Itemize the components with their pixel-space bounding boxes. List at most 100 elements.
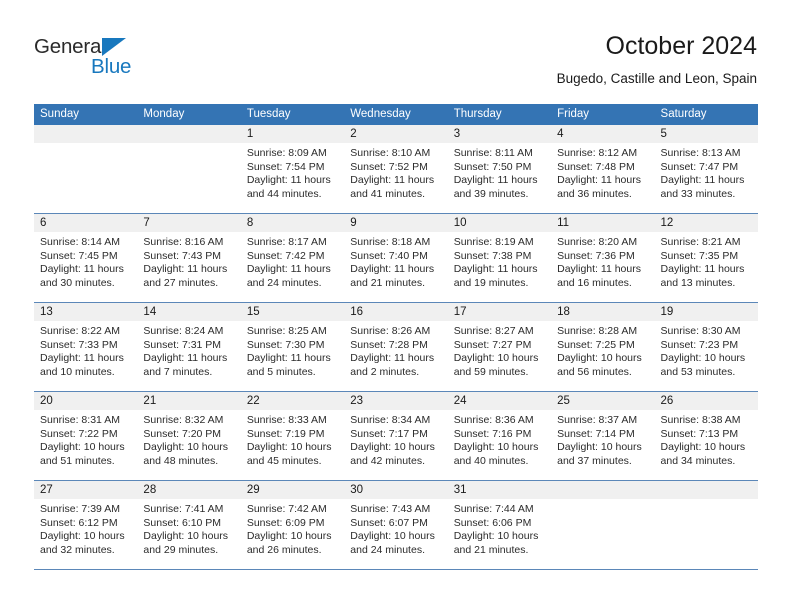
daylight-text-line2: and 42 minutes.	[350, 454, 425, 467]
day-cell[interactable]: 23 Sunrise: 8:34 AM Sunset: 7:17 PM Dayligh…	[344, 392, 448, 480]
day-number: 5	[660, 128, 667, 140]
daylight-text-line1: Daylight: 11 hours	[453, 263, 538, 276]
day-cell[interactable]: 16 Sunrise: 8:26 AM Sunset: 7:28 PM Dayligh…	[344, 303, 448, 391]
day-number-band: 21	[137, 392, 241, 410]
day-cell[interactable]: 3 Sunrise: 8:11 AM Sunset: 7:50 PM Daylight…	[447, 125, 552, 213]
weekday-header-saturday: Saturday	[660, 108, 707, 120]
day-cell[interactable]: 26 Sunrise: 8:38 AM Sunset: 7:13 PM Dayligh…	[654, 392, 758, 480]
day-number-band: 29	[240, 481, 345, 499]
sunset-text: Sunset: 7:38 PM	[453, 249, 532, 262]
calendar-table: Sunday Monday Tuesday Wednesday Thursday Frid…	[34, 104, 758, 570]
day-cell[interactable]: 14 Sunrise: 8:24 AM Sunset: 7:31 PM Dayligh…	[137, 303, 241, 391]
daylight-text-line2: and 48 minutes.	[143, 454, 219, 467]
day-cell[interactable]: 9 Sunrise: 8:18 AM Sunset: 7:40 PM Daylight…	[344, 214, 448, 302]
day-number: 3	[453, 128, 461, 140]
day-number: 10	[453, 217, 467, 229]
page-header: General Blue October 2024 Bugedo, Castil…	[0, 0, 792, 96]
day-cell[interactable]: 7 Sunrise: 8:16 AM Sunset: 7:43 PM Daylight…	[137, 214, 241, 302]
daylight-text-line2: and 41 minutes.	[350, 187, 425, 200]
day-cell[interactable]: 13 Sunrise: 8:22 AM Sunset: 7:33 PM Dayligh…	[34, 303, 138, 391]
sunset-text: Sunset: 7:22 PM	[40, 427, 118, 440]
day-number-band: 3	[447, 125, 552, 143]
day-cell[interactable]: 12 Sunrise: 8:21 AM Sunset: 7:35 PM Dayligh…	[654, 214, 758, 302]
sunrise-text: Sunrise: 8:33 AM	[246, 414, 327, 426]
day-cell[interactable]: 21 Sunrise: 8:32 AM Sunset: 7:20 PM Dayligh…	[137, 392, 241, 480]
daylight-text-line2: and 32 minutes.	[40, 543, 115, 556]
day-cell[interactable]: 11 Sunrise: 8:20 AM Sunset: 7:36 PM Dayligh…	[551, 214, 655, 302]
day-detail-body: Sunrise: 8:20 AM Sunset: 7:36 PM Daylight:…	[551, 232, 654, 290]
sunrise-text: Sunrise: 8:12 AM	[557, 147, 638, 159]
sunrise-text: Sunrise: 8:13 AM	[660, 147, 741, 159]
sunset-text: Sunset: 6:07 PM	[350, 516, 428, 529]
day-detail-body: Sunrise: 8:26 AM Sunset: 7:28 PM Daylight:…	[344, 321, 447, 379]
weekday-header-sunday: Sunday	[40, 108, 80, 120]
sunrise-text: Sunrise: 8:38 AM	[660, 414, 741, 426]
daylight-text-line1: Daylight: 10 hours	[246, 441, 332, 454]
day-cell[interactable]: 24 Sunrise: 8:36 AM Sunset: 7:16 PM Dayligh…	[447, 392, 552, 480]
day-cell[interactable]: 8 Sunrise: 8:17 AM Sunset: 7:42 PM Daylight…	[240, 214, 345, 302]
day-detail-body: Sunrise: 8:32 AM Sunset: 7:20 PM Daylight:…	[137, 410, 240, 468]
day-detail-body: Sunrise: 8:18 AM Sunset: 7:40 PM Daylight:…	[344, 232, 447, 290]
day-detail-body: Sunrise: 8:22 AM Sunset: 7:33 PM Daylight:…	[34, 321, 137, 379]
day-cell[interactable]: 20 Sunrise: 8:31 AM Sunset: 7:22 PM Dayligh…	[34, 392, 138, 480]
day-detail-body: Sunrise: 8:25 AM Sunset: 7:30 PM Daylight:…	[241, 321, 344, 379]
daylight-text-line2: and 26 minutes.	[246, 543, 322, 556]
day-number-band: 4	[551, 125, 655, 143]
day-number: 22	[246, 395, 260, 407]
daylight-text-line1: Daylight: 11 hours	[246, 352, 331, 365]
day-detail-body: Sunrise: 8:10 AM Sunset: 7:52 PM Daylight:…	[344, 143, 447, 201]
day-cell-empty	[654, 481, 758, 569]
day-number: 17	[453, 306, 467, 318]
day-cell[interactable]: 25 Sunrise: 8:37 AM Sunset: 7:14 PM Dayligh…	[551, 392, 655, 480]
generalblue-logo[interactable]: General Blue	[34, 36, 174, 84]
sunset-text: Sunset: 6:12 PM	[40, 516, 118, 529]
day-cell[interactable]: 5 Sunrise: 8:13 AM Sunset: 7:47 PM Daylight…	[654, 125, 758, 213]
daylight-text-line2: and 24 minutes.	[350, 543, 425, 556]
day-number: 19	[660, 306, 674, 318]
day-cell[interactable]: 31 Sunrise: 7:44 AM Sunset: 6:06 PM Dayligh…	[447, 481, 552, 569]
day-detail-body: Sunrise: 8:28 AM Sunset: 7:25 PM Daylight:…	[551, 321, 654, 379]
day-cell[interactable]: 4 Sunrise: 8:12 AM Sunset: 7:48 PM Daylight…	[551, 125, 655, 213]
day-cell[interactable]: 6 Sunrise: 8:14 AM Sunset: 7:45 PM Daylight…	[34, 214, 138, 302]
day-detail-body: Sunrise: 8:14 AM Sunset: 7:45 PM Daylight:…	[34, 232, 137, 290]
day-number: 27	[40, 484, 53, 496]
day-cell[interactable]: 19 Sunrise: 8:30 AM Sunset: 7:23 PM Dayligh…	[654, 303, 758, 391]
day-cell-empty	[34, 125, 138, 213]
daylight-text-line2: and 2 minutes.	[350, 365, 420, 378]
day-cell[interactable]: 22 Sunrise: 8:33 AM Sunset: 7:19 PM Dayligh…	[240, 392, 345, 480]
sunrise-text: Sunrise: 8:34 AM	[350, 414, 431, 426]
day-cell[interactable]: 28 Sunrise: 7:41 AM Sunset: 6:10 PM Dayligh…	[137, 481, 241, 569]
logo-text-blue: Blue	[91, 55, 132, 78]
day-cell[interactable]: 29 Sunrise: 7:42 AM Sunset: 6:09 PM Dayligh…	[240, 481, 345, 569]
page-title: October 2024	[605, 32, 758, 60]
daylight-text-line2: and 39 minutes.	[453, 187, 529, 200]
day-detail-body: Sunrise: 8:21 AM Sunset: 7:35 PM Daylight:…	[655, 232, 758, 290]
sunset-text: Sunset: 7:14 PM	[557, 427, 635, 440]
daylight-text-line1: Daylight: 11 hours	[350, 174, 435, 187]
day-cell[interactable]: 30 Sunrise: 7:43 AM Sunset: 6:07 PM Dayligh…	[344, 481, 448, 569]
sunrise-text: Sunrise: 8:37 AM	[557, 414, 638, 426]
day-cell[interactable]: 10 Sunrise: 8:19 AM Sunset: 7:38 PM Dayligh…	[447, 214, 552, 302]
daylight-text-line2: and 19 minutes.	[453, 276, 529, 289]
day-number-band: 1	[240, 125, 345, 143]
daylight-text-line2: and 59 minutes.	[453, 365, 529, 378]
sunset-text: Sunset: 7:19 PM	[246, 427, 325, 440]
daylight-text-line2: and 24 minutes.	[246, 276, 322, 289]
day-number: 16	[350, 306, 364, 318]
sunrise-text: Sunrise: 8:28 AM	[557, 325, 638, 337]
sunset-text: Sunset: 6:10 PM	[143, 516, 222, 529]
day-detail-body: Sunrise: 8:38 AM Sunset: 7:13 PM Daylight:…	[655, 410, 758, 468]
sunrise-text: Sunrise: 8:20 AM	[557, 236, 638, 248]
sunrise-text: Sunrise: 8:16 AM	[143, 236, 224, 248]
sunrise-text: Sunrise: 8:31 AM	[40, 414, 120, 426]
day-number: 9	[350, 217, 357, 229]
weekday-header-tuesday: Tuesday	[246, 108, 291, 120]
day-cell[interactable]: 27 Sunrise: 7:39 AM Sunset: 6:12 PM Dayligh…	[34, 481, 138, 569]
day-cell[interactable]: 18 Sunrise: 8:28 AM Sunset: 7:25 PM Dayligh…	[551, 303, 655, 391]
day-cell[interactable]: 1 Sunrise: 8:09 AM Sunset: 7:54 PM Daylight…	[240, 125, 345, 213]
daylight-text-line1: Daylight: 10 hours	[40, 530, 125, 543]
day-cell[interactable]: 17 Sunrise: 8:27 AM Sunset: 7:27 PM Dayligh…	[447, 303, 552, 391]
day-cell[interactable]: 15 Sunrise: 8:25 AM Sunset: 7:30 PM Dayligh…	[240, 303, 345, 391]
calendar-week-row: 20 Sunrise: 8:31 AM Sunset: 7:22 PM Dayligh…	[34, 392, 758, 481]
day-cell[interactable]: 2 Sunrise: 8:10 AM Sunset: 7:52 PM Daylight…	[344, 125, 448, 213]
